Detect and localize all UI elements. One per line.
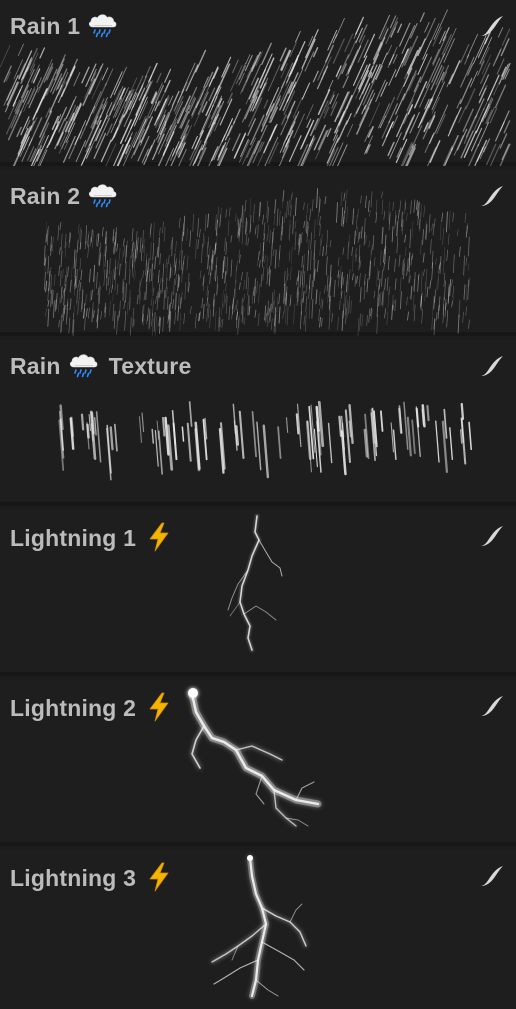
brush-stroke-icon [478,12,506,40]
high-voltage-icon [146,522,172,552]
brush-row-rain-1[interactable]: Rain 1 [0,0,516,166]
brush-name-text: Rain 2 [10,183,81,209]
brush-stroke-icon [478,352,506,380]
brush-stroke-icon [478,862,506,890]
cloud-with-rain-icon [86,12,120,38]
cloud-with-rain-icon [67,352,101,378]
brush-row-lightning-1[interactable]: Lightning 1 [0,510,516,676]
brush-name-label: Rain 2 [10,182,120,210]
high-voltage-icon [146,692,172,722]
brush-row-lightning-3[interactable]: Lightning 3 [0,850,516,1009]
brush-name-text: Lightning 1 [10,525,137,551]
brush-library-list: Rain 1 Rain 2 Rain Texture Lightning 1 L… [0,0,516,1009]
brush-stroke-icon [478,522,506,550]
brush-name-text: Lightning 2 [10,695,137,721]
brush-row-rain-2[interactable]: Rain 2 [0,170,516,336]
cloud-with-rain-icon [86,182,120,208]
high-voltage-icon [146,862,172,892]
brush-name-suffix: Texture [108,353,192,379]
brush-name-text: Rain 1 [10,13,81,39]
brush-name-label: Lightning 1 [10,522,172,552]
brush-name-label: Lightning 2 [10,692,172,722]
brush-row-lightning-2[interactable]: Lightning 2 [0,680,516,846]
brush-name-text: Rain [10,353,61,379]
brush-stroke-icon [478,692,506,720]
brush-row-rain-texture[interactable]: Rain Texture [0,340,516,506]
brush-name-text: Lightning 3 [10,865,137,891]
brush-name-label: Rain Texture [10,352,191,380]
brush-name-label: Lightning 3 [10,862,172,892]
brush-name-label: Rain 1 [10,12,120,40]
brush-stroke-icon [478,182,506,210]
